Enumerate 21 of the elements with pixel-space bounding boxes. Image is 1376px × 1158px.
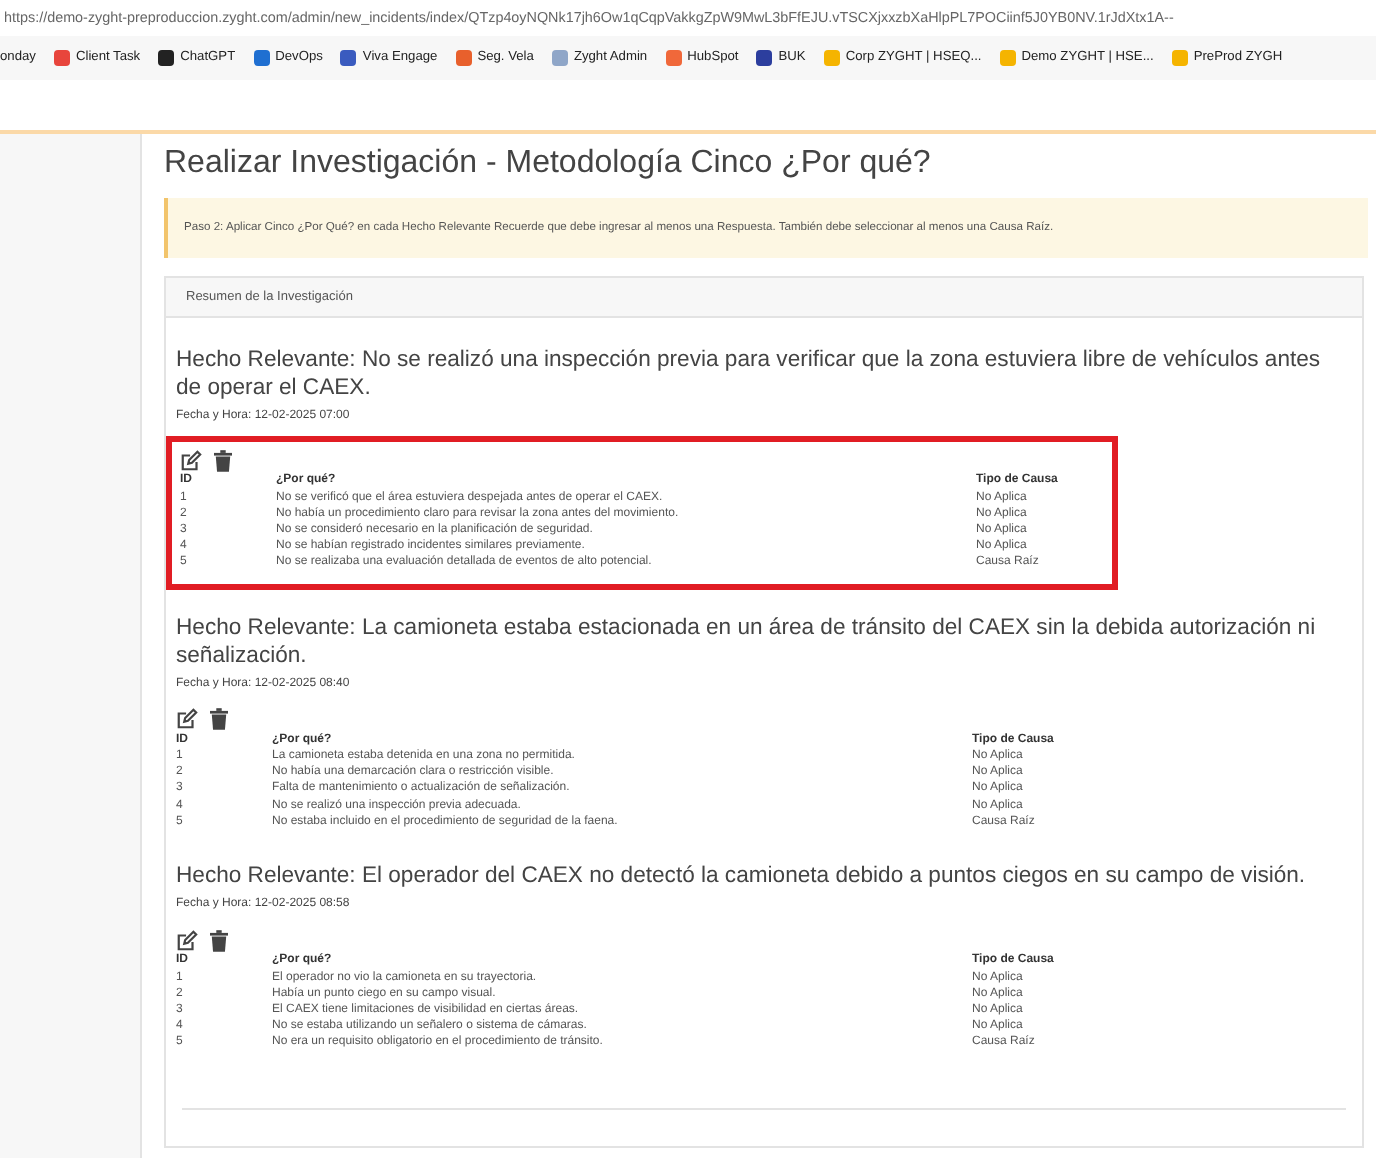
edit-icon[interactable] [176,708,198,731]
edit-icon[interactable] [176,929,198,952]
favicon-icon [756,49,773,66]
trash-icon[interactable] [214,449,232,471]
fact-title: Hecho Relevante: La camioneta estaba estacionada en un área de tránsito del CAEX sin la debida autorización ni señalización. [176,613,1318,670]
trash-icon[interactable] [210,708,228,731]
favicon-icon [1171,49,1188,66]
favicon-icon [158,49,175,66]
fact-title: Hecho Relevante: No se realizó una inspección previa para verificar que la zona estuviera libre de vehículos antes de operar el CAEX. [176,346,1323,402]
trash-icon[interactable] [210,929,228,952]
favicon-icon [999,49,1016,66]
favicon-icon [53,49,70,66]
edit-icon[interactable] [180,449,202,471]
page-title: Realizar Investigación - Metodología Cinco ¿Por qué? [164,144,933,184]
favicon-icon [823,49,840,66]
favicon-icon [340,49,357,66]
favicon-icon [455,49,472,66]
favicon-icon [665,49,682,66]
fact-title: Hecho Relevante: El operador del CAEX no detectó la camioneta debido a puntos ciegos en su campo de visión. [176,862,1308,891]
favicon-icon [253,49,270,66]
favicon-icon [551,49,568,66]
